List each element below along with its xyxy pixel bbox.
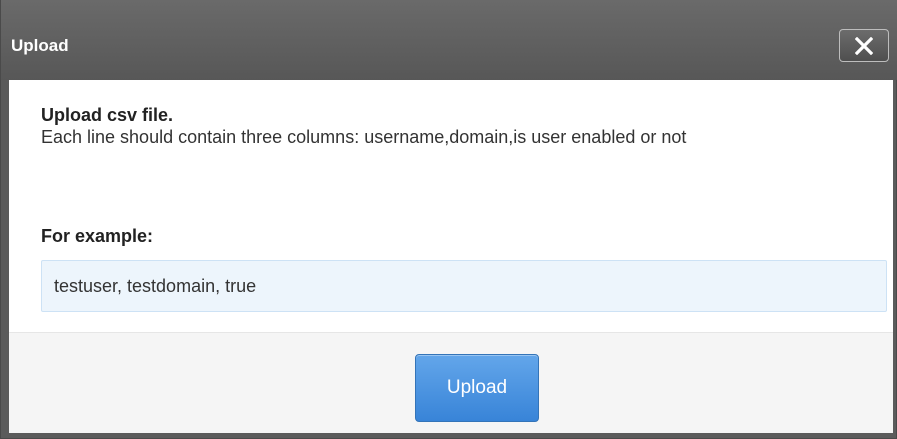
- close-icon: [855, 37, 873, 55]
- upload-description: Each line should contain three columns: …: [41, 127, 687, 147]
- close-button[interactable]: [839, 29, 889, 62]
- dialog-titlebar: Upload: [1, 0, 897, 80]
- example-text: testuser, testdomain, true: [54, 276, 257, 296]
- dialog-footer: Upload: [9, 332, 893, 433]
- example-box: testuser, testdomain, true: [41, 260, 887, 312]
- upload-heading: Upload csv file.: [41, 105, 174, 125]
- upload-dialog: Upload Upload csv file. Each line should…: [0, 0, 897, 439]
- dialog-content: Upload csv file. Each line should contai…: [9, 80, 893, 332]
- upload-button[interactable]: Upload: [415, 354, 539, 422]
- example-label: For example:: [41, 226, 154, 246]
- dialog-title: Upload: [11, 36, 69, 55]
